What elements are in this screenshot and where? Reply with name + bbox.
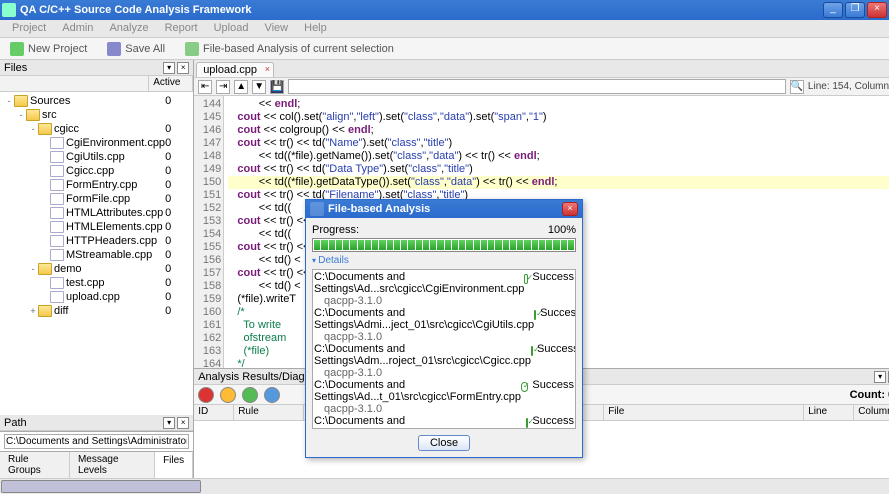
line-gutter: 1441451461471481491501511521531541551561… <box>194 96 224 368</box>
disk-icon <box>107 42 121 56</box>
files-panel-header: Files ▾× <box>0 60 193 76</box>
menu-project[interactable]: Project <box>4 20 54 37</box>
editor-tab[interactable]: upload.cpp× <box>196 62 274 77</box>
tab-close-icon[interactable]: × <box>265 64 270 74</box>
app-icon <box>2 3 16 17</box>
check-icon <box>185 42 199 56</box>
left-bottom-tabs: Rule GroupsMessage LevelsFiles <box>0 451 193 478</box>
left-tab[interactable]: Rule Groups <box>0 452 70 478</box>
close-window-button[interactable]: × <box>867 2 887 18</box>
main-toolbar: New Project Save All File-based Analysis… <box>0 38 889 60</box>
menu-bar: ProjectAdminAnalyzeReportUploadViewHelp <box>0 20 889 38</box>
progress-label: Progress: <box>312 224 359 236</box>
diag-warn-filter[interactable] <box>220 387 236 403</box>
menu-view[interactable]: View <box>256 20 296 37</box>
analysis-file-item: C:\Documents and Settings\Adm...roject_0… <box>314 343 574 379</box>
dialog-icon <box>310 202 324 216</box>
analysis-dialog: File-based Analysis × Progress: 100% Deta… <box>305 199 583 458</box>
new-project-button[interactable]: New Project <box>4 40 93 58</box>
panel-close-icon[interactable]: × <box>177 62 189 74</box>
tree-item[interactable]: CgiUtils.cpp0 <box>2 150 191 164</box>
tree-item[interactable]: CgiEnvironment.cpp0 <box>2 136 191 150</box>
tree-item[interactable]: -Sources0 <box>2 94 191 108</box>
menu-analyze[interactable]: Analyze <box>101 20 156 37</box>
analysis-file-item: C:\Documents and Settings\Ad...t_01\src\… <box>314 379 574 415</box>
tree-item[interactable]: FormFile.cpp0 <box>2 192 191 206</box>
editor-tabstrip: upload.cpp× <box>194 60 889 78</box>
maximize-button[interactable]: ❐ <box>845 2 865 18</box>
editor-search-input[interactable] <box>288 79 786 94</box>
nav-down-button[interactable]: ▼ <box>252 80 266 94</box>
tree-item[interactable]: FormEntry.cpp0 <box>2 178 191 192</box>
horizontal-scrollbar[interactable] <box>0 478 889 494</box>
progress-percent: 100% <box>548 224 576 236</box>
dialog-close-icon[interactable]: × <box>562 202 578 216</box>
editor-toolbar: ⇤ ⇥ ▲ ▼ 💾 🔍 Line: 154, Column: 7 <box>194 78 889 96</box>
save-icon[interactable]: 💾 <box>270 80 284 94</box>
file-analysis-button[interactable]: File-based Analysis of current selection <box>179 40 400 58</box>
tree-item[interactable]: -src <box>2 108 191 122</box>
diag-error-filter[interactable] <box>198 387 214 403</box>
diag-count: Count: 0 <box>844 388 889 402</box>
nav-back-button[interactable]: ⇤ <box>198 80 212 94</box>
minimize-button[interactable]: _ <box>823 2 843 18</box>
path-input[interactable] <box>4 434 189 449</box>
plus-icon <box>10 42 24 56</box>
panel-menu-icon[interactable]: ▾ <box>163 62 175 74</box>
tree-item[interactable]: MStreamable.cpp0 <box>2 248 191 262</box>
analysis-file-item: C:\Documents and Settings\Ad...ect_01\sr… <box>314 415 574 429</box>
files-tree[interactable]: -Sources0-src-cgicc0CgiEnvironment.cpp0C… <box>0 92 193 415</box>
diag-info-filter[interactable] <box>242 387 258 403</box>
left-tab[interactable]: Message Levels <box>70 452 155 478</box>
tree-item[interactable]: HTMLElements.cpp0 <box>2 220 191 234</box>
dialog-titlebar[interactable]: File-based Analysis × <box>306 200 582 218</box>
search-icon[interactable]: 🔍 <box>790 80 804 94</box>
panel-menu-icon[interactable]: ▾ <box>874 371 886 383</box>
menu-help[interactable]: Help <box>296 20 335 37</box>
nav-fwd-button[interactable]: ⇥ <box>216 80 230 94</box>
files-tree-header: Active <box>0 76 193 92</box>
tree-item[interactable]: HTTPHeaders.cpp0 <box>2 234 191 248</box>
diag-note-filter[interactable] <box>264 387 280 403</box>
save-all-button[interactable]: Save All <box>101 40 171 58</box>
path-panel-header: Path ▾× <box>0 415 193 431</box>
menu-admin[interactable]: Admin <box>54 20 101 37</box>
analysis-file-list[interactable]: C:\Documents and Settings\Ad...src\cgicc… <box>312 269 576 429</box>
tree-item[interactable]: -cgicc0 <box>2 122 191 136</box>
window-title: QA C/C++ Source Code Analysis Framework <box>20 4 821 16</box>
window-titlebar: QA C/C++ Source Code Analysis Framework … <box>0 0 889 20</box>
dialog-close-button[interactable]: Close <box>418 435 470 451</box>
analysis-file-item: C:\Documents and Settings\Admi...ject_01… <box>314 307 574 343</box>
details-toggle[interactable]: Details <box>312 255 576 266</box>
menu-report[interactable]: Report <box>157 20 206 37</box>
tree-item[interactable]: +diff0 <box>2 304 191 318</box>
tree-item[interactable]: HTMLAttributes.cpp0 <box>2 206 191 220</box>
nav-up-button[interactable]: ▲ <box>234 80 248 94</box>
tree-item[interactable]: Cgicc.cpp0 <box>2 164 191 178</box>
left-tab[interactable]: Files <box>155 452 193 478</box>
analysis-file-item: C:\Documents and Settings\Ad...src\cgicc… <box>314 271 574 307</box>
progress-bar <box>312 238 576 252</box>
tree-item[interactable]: upload.cpp0 <box>2 290 191 304</box>
tree-item[interactable]: test.cpp0 <box>2 276 191 290</box>
scroll-thumb[interactable] <box>1 480 201 493</box>
dialog-title: File-based Analysis <box>328 203 562 215</box>
panel-menu-icon[interactable]: ▾ <box>163 417 175 429</box>
menu-upload[interactable]: Upload <box>206 20 257 37</box>
cursor-status: Line: 154, Column: 7 <box>808 81 889 92</box>
tree-item[interactable]: -demo0 <box>2 262 191 276</box>
panel-close-icon[interactable]: × <box>177 417 189 429</box>
